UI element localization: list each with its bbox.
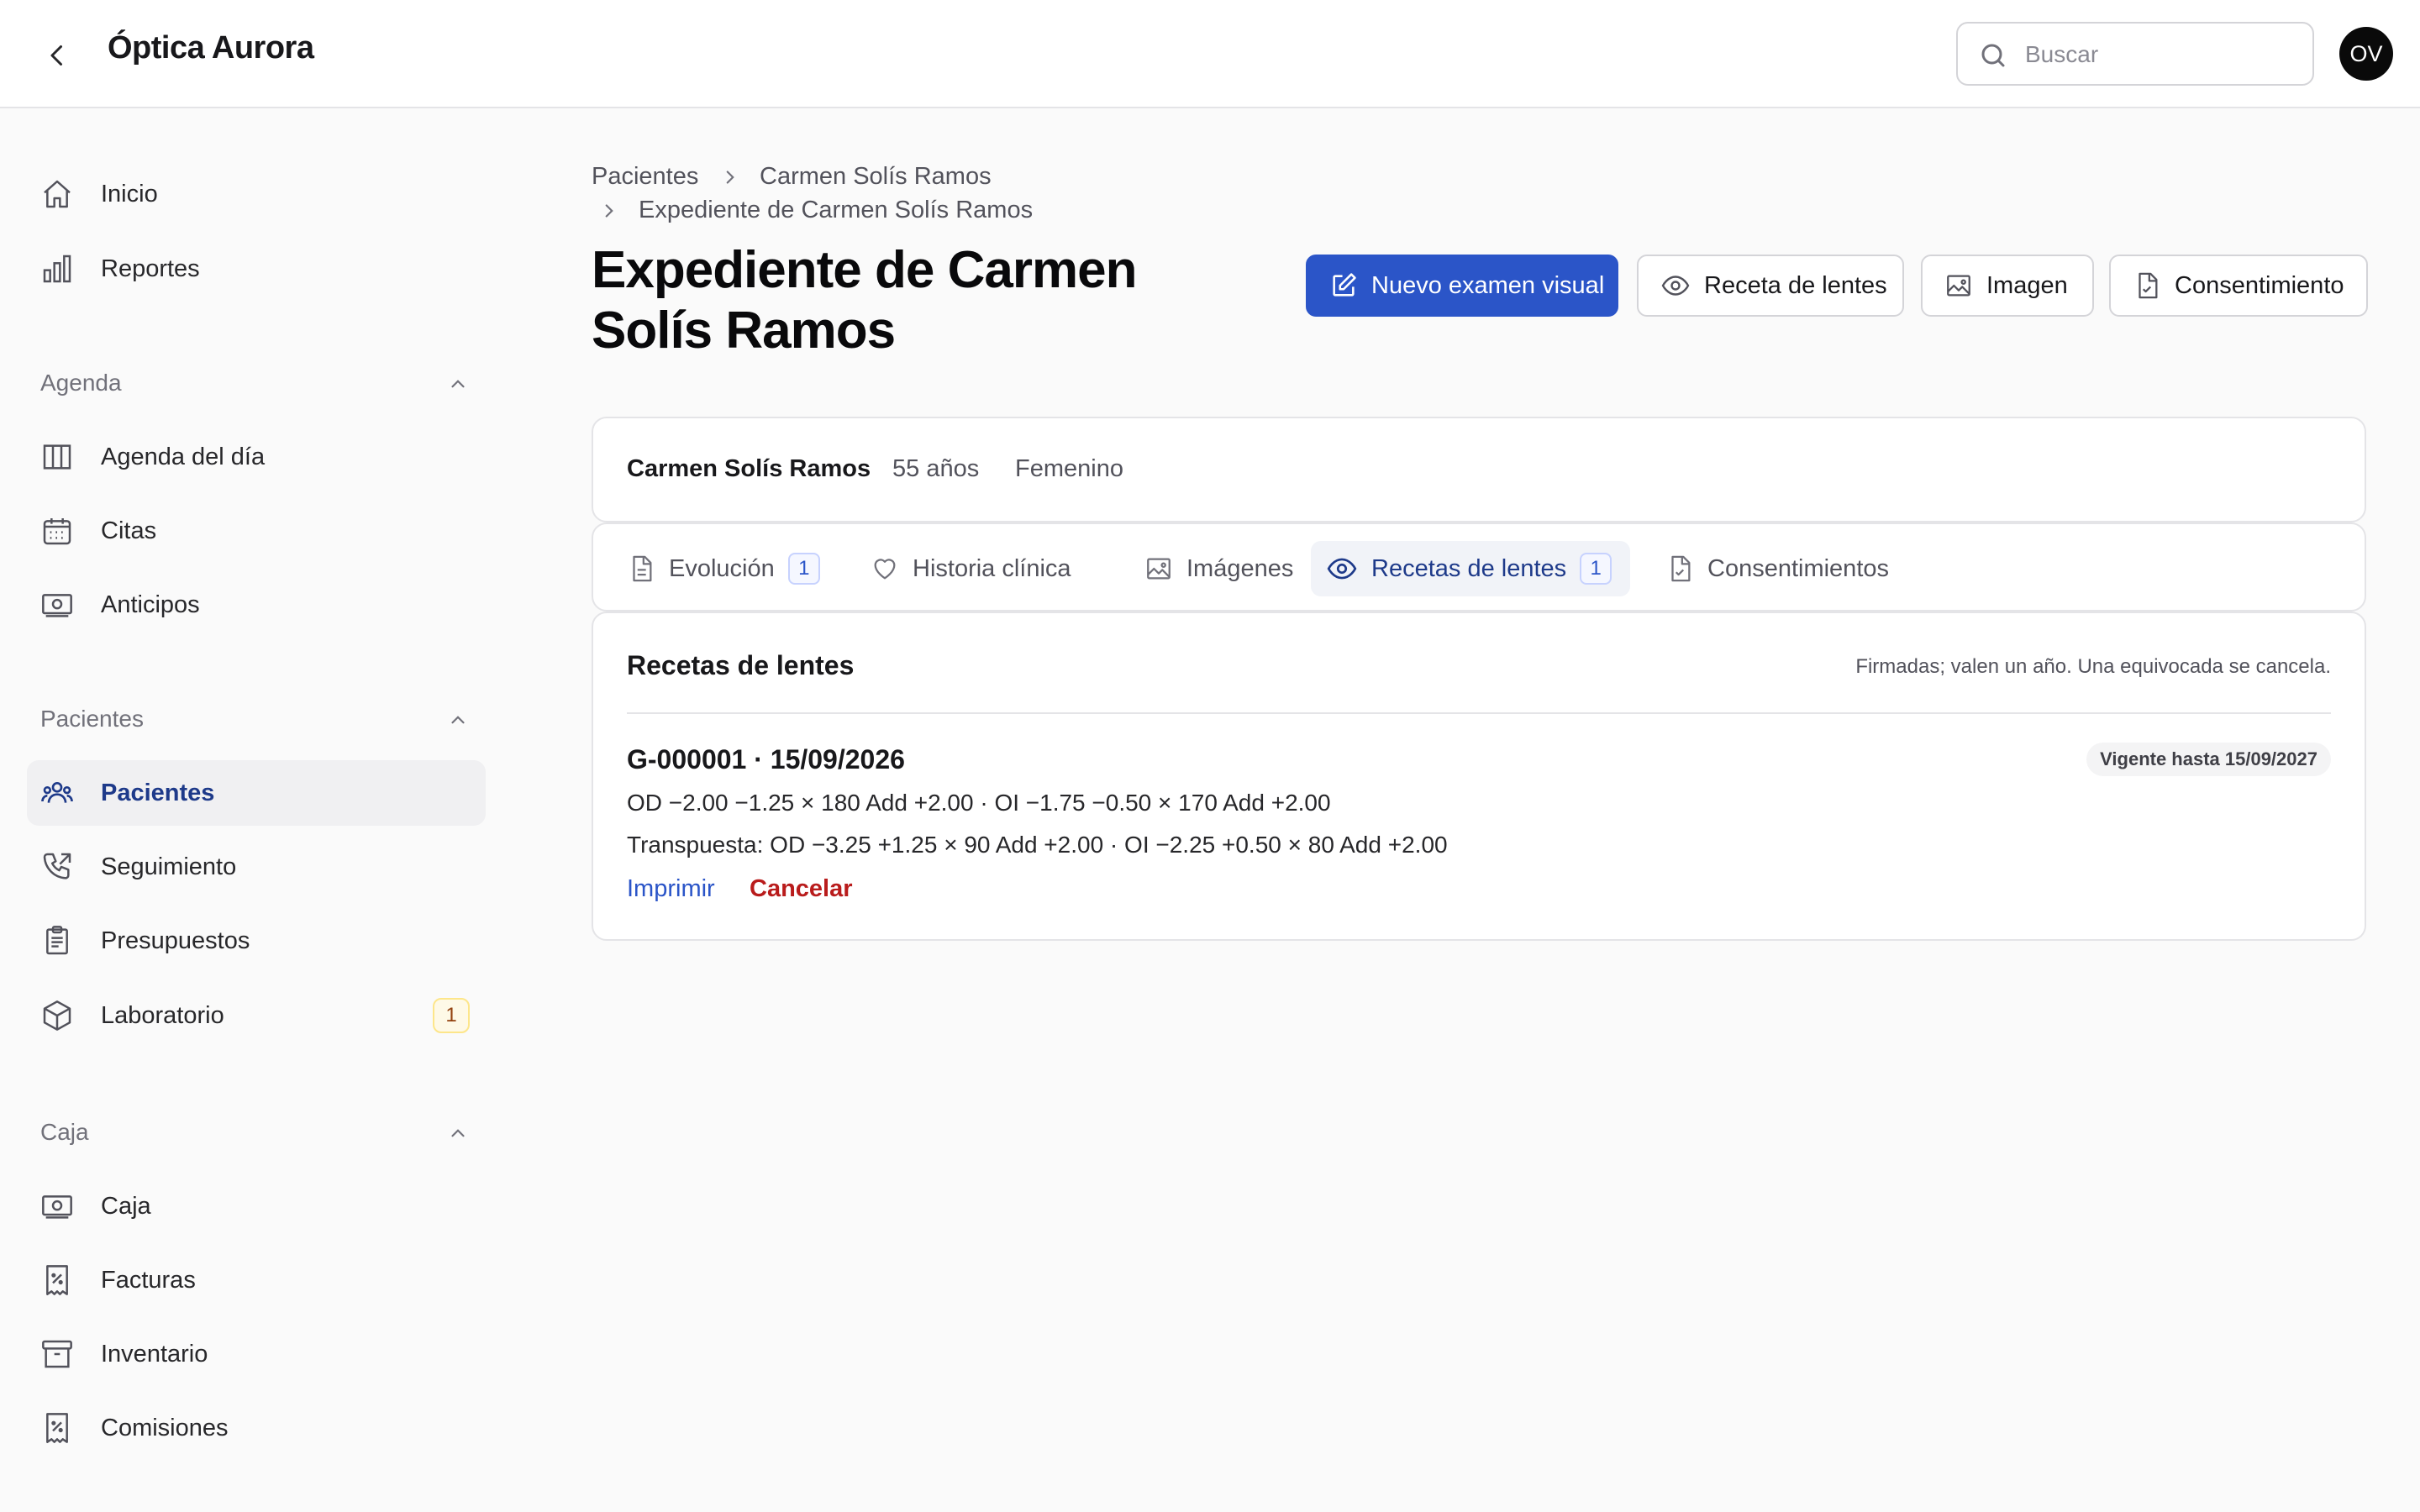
sidebar-item-label: Caja — [101, 1192, 151, 1220]
sidebar-item-agenda-del-dia[interactable]: Agenda del día — [27, 424, 486, 490]
cancel-link[interactable]: Cancelar — [750, 875, 853, 903]
breadcrumb-current: Expediente de Carmen Solís Ramos — [639, 197, 1034, 223]
sidebar-item-presupuestos[interactable]: Presupuestos — [27, 908, 486, 974]
clipboard-icon — [46, 926, 68, 955]
section-header-agenda[interactable]: Agenda — [40, 365, 477, 402]
money-icon — [42, 594, 72, 617]
home-icon — [44, 180, 71, 208]
search-input[interactable] — [2023, 32, 2296, 77]
page-title: Expediente de Carmen Solís Ramos — [592, 241, 1137, 360]
tab-historia-clinica[interactable]: Historia clínica — [855, 541, 1086, 596]
tab-count-badge: 1 — [1580, 553, 1612, 585]
document-check-icon — [2139, 272, 2158, 299]
sidebar-item-label: Reportes — [101, 255, 200, 282]
sidebar-item-label: Inventario — [101, 1340, 208, 1368]
phone-outgoing-icon — [43, 853, 71, 879]
edit-icon — [1333, 273, 1356, 297]
panel-title: Recetas de lentes — [627, 650, 855, 680]
tab-count-badge: 1 — [787, 553, 820, 585]
patient-name: Carmen Solís Ramos — [627, 455, 871, 482]
sidebar-item-label: Laboratorio — [101, 1001, 224, 1029]
sidebar-item-caja[interactable]: Caja — [27, 1173, 486, 1239]
panel-note: Firmadas; valen un año. Una equivocada s… — [1855, 655, 2331, 678]
prescription-values: OD −2.00 −1.25 × 180 Add +2.00 · OI −1.7… — [627, 790, 1331, 816]
print-link[interactable]: Imprimir — [627, 875, 715, 903]
tab-recetas-de-lentes[interactable]: Recetas de lentes 1 — [1311, 541, 1631, 596]
sidebar-item-pacientes[interactable]: Pacientes — [27, 760, 486, 826]
sidebar-item-label: Facturas — [101, 1266, 196, 1294]
tab-consentimientos[interactable]: Consentimientos — [1650, 541, 1904, 596]
eye-icon — [1661, 276, 1690, 296]
breadcrumb-link-pacientes[interactable]: Pacientes — [592, 163, 698, 191]
sidebar-item-seguimiento[interactable]: Seguimiento — [27, 834, 486, 900]
sidebar-item-label: Presupuestos — [101, 927, 250, 954]
sidebar-item-laboratorio[interactable]: Laboratorio 1 — [27, 983, 486, 1048]
chevron-right-icon — [605, 204, 613, 218]
breadcrumb-link-patient[interactable]: Carmen Solís Ramos — [760, 163, 992, 191]
count-badge: 1 — [433, 998, 470, 1033]
tab-evolucion[interactable]: Evolución 1 — [612, 541, 835, 596]
receipt-percent-icon — [46, 1413, 68, 1443]
chevron-up-icon — [451, 380, 465, 388]
money-icon — [42, 1195, 72, 1219]
sidebar-item-inventario[interactable]: Inventario — [27, 1321, 486, 1387]
sidebar-item-label: Inicio — [101, 180, 158, 207]
consent-button[interactable]: Consentimiento — [2109, 255, 2368, 317]
prescriptions-panel: Recetas de lentes Firmadas; valen un año… — [592, 612, 2366, 941]
search-box[interactable] — [1956, 22, 2314, 86]
sidebar-item-label: Citas — [101, 517, 157, 544]
chevron-up-icon — [451, 1129, 465, 1137]
prescription-transposed: Transpuesta: OD −3.25 +1.25 × 90 Add +2.… — [627, 832, 1448, 858]
image-button[interactable]: Imagen — [1921, 255, 2094, 317]
chevron-left-icon — [50, 45, 62, 66]
back-button[interactable] — [39, 37, 76, 74]
patient-age: 55 años — [892, 455, 980, 482]
sidebar-item-citas[interactable]: Citas — [27, 498, 486, 564]
document-icon — [633, 555, 652, 582]
calendar-icon — [43, 518, 71, 545]
patient-sex: Femenino — [1015, 455, 1123, 482]
sidebar-item-reportes[interactable]: Reportes — [27, 236, 486, 302]
search-icon — [1978, 40, 2008, 71]
sidebar-item-facturas[interactable]: Facturas — [27, 1247, 486, 1313]
app-title: Óptica Aurora — [108, 30, 314, 66]
prescription-code-date: G-000001 · 15/09/2026 — [627, 744, 905, 774]
chevron-right-icon — [726, 171, 734, 184]
image-icon — [1147, 558, 1171, 580]
sidebar-item-anticipos[interactable]: Anticipos — [27, 572, 486, 638]
archive-icon — [42, 1340, 72, 1368]
section-header-pacientes[interactable]: Pacientes — [40, 701, 477, 738]
sidebar-item-label: Comisiones — [101, 1414, 229, 1441]
sidebar-item-label: Anticipos — [101, 591, 200, 618]
status-badge: Vigente hasta 15/09/2027 — [2086, 743, 2331, 776]
document-check-icon — [1671, 555, 1691, 582]
tab-bar: Evolución 1 Historia clínica Imágenes Re… — [592, 522, 2366, 612]
image-icon — [1947, 275, 1970, 297]
new-exam-button[interactable]: Nuevo examen visual — [1306, 255, 1618, 317]
app-header: Óptica Aurora OV — [0, 0, 2420, 108]
bar-chart-icon — [43, 255, 71, 283]
avatar[interactable]: OV — [2339, 27, 2393, 81]
columns-icon — [43, 444, 71, 470]
sidebar-item-label: Seguimiento — [101, 853, 237, 880]
chevron-up-icon — [451, 716, 465, 724]
divider — [627, 712, 2331, 714]
heart-icon — [874, 559, 896, 580]
sidebar-item-label: Agenda del día — [101, 443, 266, 470]
patient-summary-card: Carmen Solís Ramos 55 años Femenino — [592, 417, 2366, 522]
section-header-caja[interactable]: Caja — [40, 1114, 477, 1151]
eye-icon — [1327, 558, 1357, 580]
sidebar-item-comisiones[interactable]: Comisiones — [27, 1395, 486, 1461]
users-icon — [41, 782, 73, 803]
box-icon — [43, 1000, 71, 1031]
sidebar-item-inicio[interactable]: Inicio — [27, 161, 486, 227]
receipt-percent-icon — [46, 1265, 68, 1295]
tab-imagenes[interactable]: Imágenes — [1129, 541, 1308, 596]
prescription-button[interactable]: Receta de lentes — [1637, 255, 1904, 317]
sidebar-item-label: Pacientes — [101, 779, 215, 806]
